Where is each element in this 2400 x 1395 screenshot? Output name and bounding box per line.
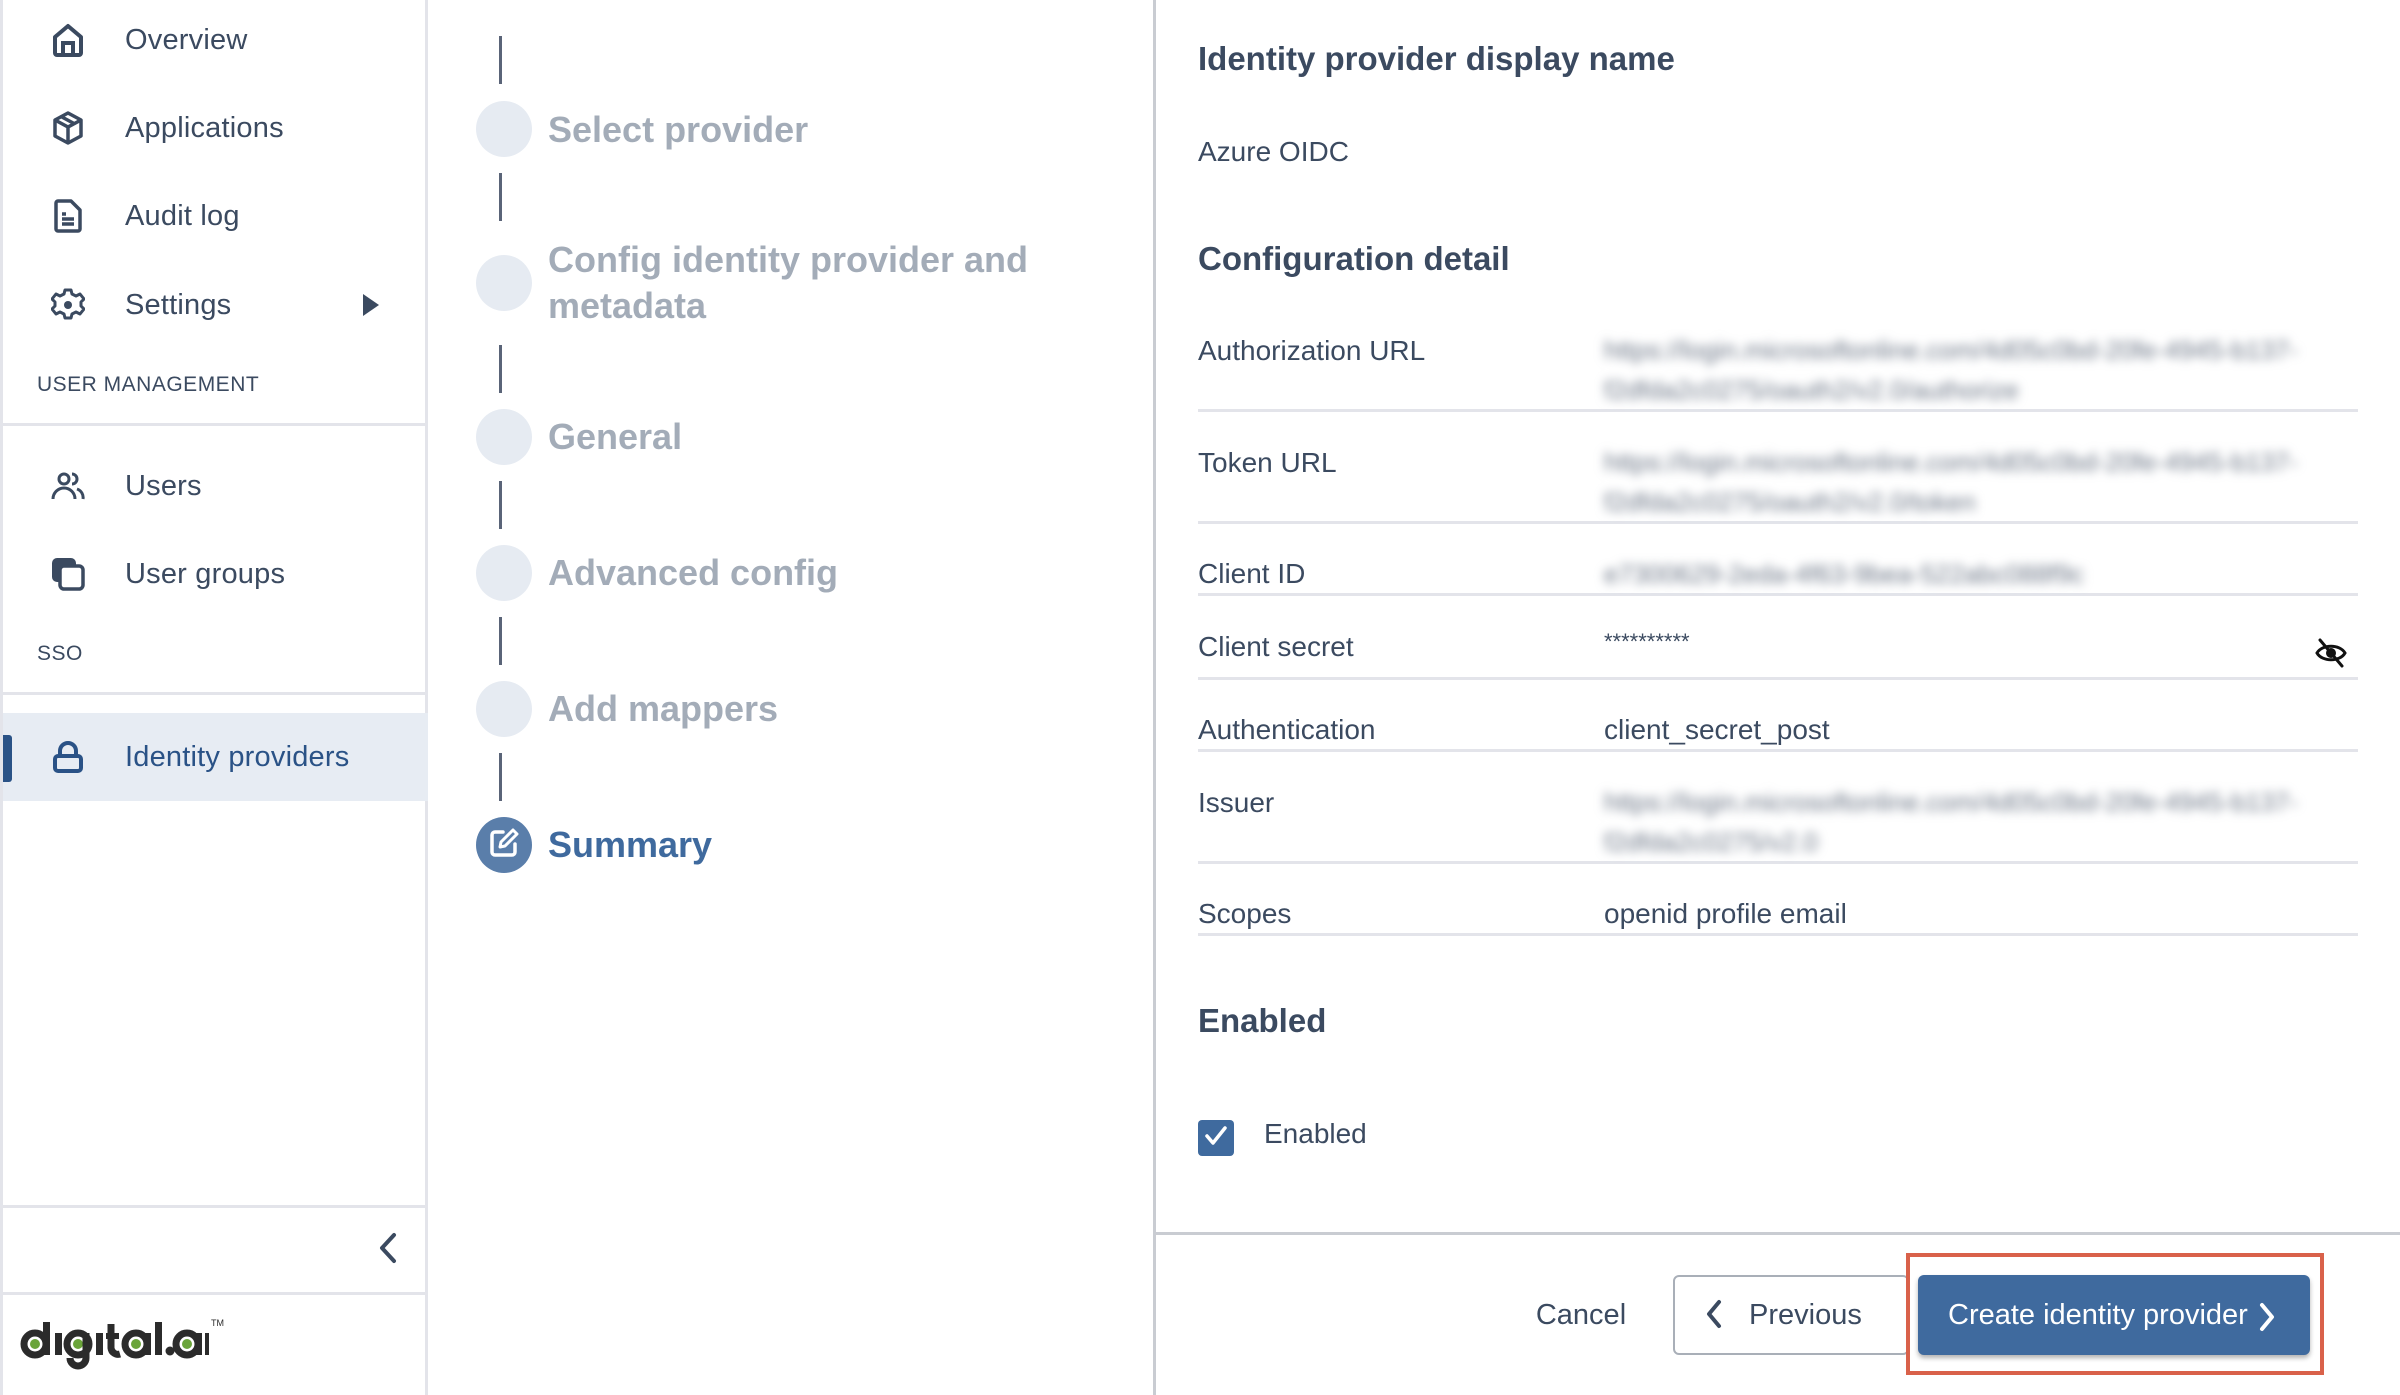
step-advanced-config[interactable]: Advanced config: [548, 550, 838, 596]
section-label-sso: SSO: [37, 642, 83, 665]
sidebar-item-label: Users: [125, 469, 202, 502]
divider: [3, 1292, 428, 1295]
sidebar-item-label: User groups: [125, 557, 286, 590]
section-label-user-management: USER MANAGEMENT: [37, 373, 260, 396]
row-label: Client ID: [1198, 558, 1306, 589]
row-label: Authentication: [1198, 714, 1376, 745]
wizard-stepper: Select provider Config identity provider…: [428, 0, 1156, 1395]
sidebar-item-label: Applications: [125, 111, 284, 144]
sidebar-item-label: Settings: [125, 288, 232, 321]
row-label: Issuer: [1198, 787, 1275, 818]
sidebar-item-applications[interactable]: Applications: [3, 88, 428, 168]
previous-button-label: Previous: [1749, 1298, 1862, 1331]
config-row-client-id: Client ID e7300629-2eda-4f63-9bea-522abc…: [1198, 552, 2358, 596]
enabled-checkbox-label[interactable]: Enabled: [1264, 1118, 1367, 1150]
sidebar-item-overview[interactable]: Overview: [3, 0, 428, 80]
edit-icon: [488, 827, 520, 864]
footer-divider: [1156, 1232, 2400, 1235]
config-row-issuer: Issuer https://login.microsoftonline.com…: [1198, 782, 2358, 864]
user-groups-icon: [51, 557, 85, 591]
row-value: https://login.microsoftonline.com/4d05c0…: [1604, 447, 2298, 517]
enabled-heading: Enabled: [1198, 1002, 1327, 1039]
step-indicator: [476, 681, 532, 737]
row-label: Token URL: [1198, 447, 1337, 478]
document-icon: [51, 199, 85, 233]
summary-panel: Identity provider display name Azure OID…: [1156, 0, 2400, 1395]
sidebar-item-label: Overview: [125, 23, 248, 56]
step-summary[interactable]: Summary: [548, 822, 712, 868]
step-config-identity-provider[interactable]: Config identity provider and metadata: [548, 237, 1068, 329]
home-icon: [51, 23, 85, 57]
row-label: Scopes: [1198, 898, 1292, 929]
row-value: openid profile email: [1604, 898, 1847, 929]
eye-off-icon[interactable]: [2314, 638, 2348, 673]
caret-right-icon: [363, 294, 379, 316]
step-indicator: [476, 101, 532, 157]
cancel-button[interactable]: Cancel: [1526, 1277, 1636, 1353]
sidebar: Overview Applications Audit log Settings…: [0, 0, 428, 1395]
gear-icon: [51, 288, 85, 322]
sidebar-item-label: Audit log: [125, 199, 240, 232]
sidebar-item-user-groups[interactable]: User groups: [3, 534, 428, 614]
step-select-provider[interactable]: Select provider: [548, 107, 808, 153]
config-row-client-secret: Client secret **********: [1198, 622, 2358, 680]
sidebar-item-label: Identity providers: [125, 740, 350, 773]
sidebar-item-users[interactable]: Users: [3, 446, 428, 526]
row-value: https://login.microsoftonline.com/4d05c0…: [1604, 787, 2298, 857]
step-indicator-current: [476, 817, 532, 873]
previous-button[interactable]: Previous: [1673, 1275, 1909, 1355]
row-value: **********: [1604, 629, 1690, 654]
config-row-token-url: Token URL https://login.microsoftonline.…: [1198, 442, 2358, 524]
chevron-left-icon: [1705, 1299, 1723, 1332]
divider: [3, 1205, 428, 1208]
create-button-label: Create identity provider: [1948, 1298, 2248, 1331]
step-add-mappers[interactable]: Add mappers: [548, 686, 778, 732]
configuration-detail-heading: Configuration detail: [1198, 240, 1510, 277]
display-name-heading: Identity provider display name: [1198, 40, 1675, 77]
collapse-sidebar-button[interactable]: [363, 1230, 413, 1270]
active-indicator: [3, 735, 12, 782]
config-row-authorization-url: Authorization URL https://login.microsof…: [1198, 330, 2358, 412]
row-value: https://login.microsoftonline.com/4d05c0…: [1604, 335, 2298, 405]
row-value: client_secret_post: [1604, 714, 1830, 745]
step-connector: [499, 481, 502, 529]
step-indicator: [476, 255, 532, 311]
sidebar-item-audit-log[interactable]: Audit log: [3, 176, 428, 256]
users-icon: [51, 469, 85, 503]
digital-ai-logo: TM: [19, 1318, 224, 1370]
config-row-scopes: Scopes openid profile email: [1198, 894, 2358, 936]
row-label: Authorization URL: [1198, 335, 1426, 366]
row-label: Client secret: [1198, 631, 1354, 662]
step-connector: [499, 173, 502, 221]
sidebar-item-identity-providers[interactable]: Identity providers: [3, 713, 428, 801]
step-connector: [499, 345, 502, 393]
chevron-right-icon: [2258, 1302, 2276, 1335]
step-connector: [499, 753, 502, 801]
divider: [3, 692, 428, 695]
create-identity-provider-button[interactable]: Create identity provider: [1918, 1275, 2310, 1355]
row-value: e7300629-2eda-4f63-9bea-522abc088f9c: [1604, 559, 2084, 589]
checkmark-icon: [1204, 1125, 1228, 1152]
package-icon: [51, 111, 85, 145]
chevron-left-icon: [378, 1232, 398, 1269]
trademark: TM: [211, 1318, 224, 1328]
step-connector: [499, 617, 502, 665]
enabled-checkbox[interactable]: [1198, 1120, 1234, 1156]
step-general[interactable]: General: [548, 414, 682, 460]
step-indicator: [476, 545, 532, 601]
divider: [3, 423, 428, 426]
step-connector: [499, 36, 502, 84]
display-name-value: Azure OIDC: [1198, 136, 1349, 167]
step-indicator: [476, 409, 532, 465]
logo-mark: [20, 1322, 209, 1370]
sidebar-item-settings[interactable]: Settings: [3, 265, 428, 345]
lock-icon: [51, 740, 85, 774]
config-row-authentication: Authentication client_secret_post: [1198, 710, 2358, 752]
